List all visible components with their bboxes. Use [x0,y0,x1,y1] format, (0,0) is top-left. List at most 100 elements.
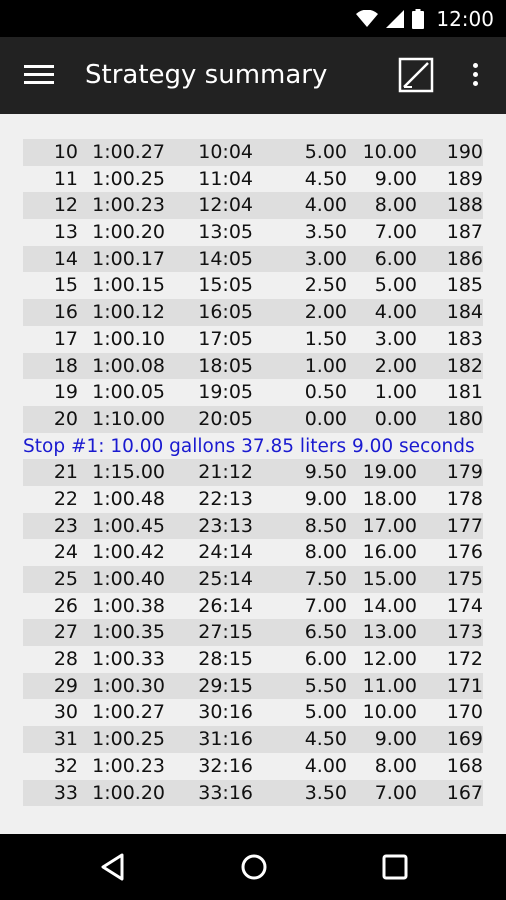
lap-number-cell: 13 [53,221,78,244]
edit-button[interactable] [398,57,434,93]
lap-number-cell: 33 [53,781,78,804]
strategy-content[interactable]: 10 1:00.27 10:04 5.00 10.00 190 11 1:00.25 11:04… [0,114,506,834]
lap-time-cell: 1:00.25 [92,167,165,190]
lap-time-cell: 1:00.48 [92,487,165,510]
laps-remaining-cell: 186 [446,247,483,270]
elapsed-time-cell: 26:14 [198,594,253,617]
laps-remaining-cell: 178 [446,487,483,510]
lap-time-cell: 1:00.12 [92,301,165,324]
lap-number-cell: 31 [53,728,78,751]
fuel-used-cell: 4.00 [304,754,347,777]
table-row: 21 1:15.00 21:12 9.50 19.00 179 [23,459,483,486]
lap-number-cell: 26 [53,594,78,617]
fuel-remaining-cell: 10.00 [362,701,417,724]
home-circle-icon[interactable] [239,852,269,882]
app-bar: Strategy summary [0,37,506,114]
lap-time-cell: 1:00.15 [92,274,165,297]
laps-remaining-cell: 176 [446,541,483,564]
lap-number-cell: 28 [53,648,78,671]
laps-remaining-cell: 184 [446,301,483,324]
fuel-used-cell: 6.00 [304,648,347,671]
fuel-remaining-cell: 7.00 [374,781,417,804]
lap-time-cell: 1:00.27 [92,701,165,724]
fuel-remaining-cell: 2.00 [374,354,417,377]
lap-number-cell: 24 [53,541,78,564]
elapsed-time-cell: 24:14 [198,541,253,564]
lap-time-cell: 1:00.08 [92,354,165,377]
laps-remaining-cell: 173 [446,621,483,644]
table-row: 29 1:00.30 29:15 5.50 11.00 171 [23,672,483,700]
laps-remaining-cell: 189 [446,167,483,190]
fuel-remaining-cell: 4.00 [374,301,417,324]
fuel-used-cell: 3.50 [304,221,347,244]
lap-time-cell: 1:15.00 [92,461,165,484]
navigation-bar [0,834,506,900]
fuel-used-cell: 8.00 [304,541,347,564]
lap-time-cell: 1:00.42 [92,541,165,564]
table-row: 19 1:00.05 19:05 0.50 1.00 181 [23,379,483,406]
lap-number-cell: 11 [53,167,78,190]
table-row: 14 1:00.17 14:05 3.00 6.00 186 [23,245,483,273]
table-row: 31 1:00.25 31:16 4.50 9.00 169 [23,726,483,753]
lap-time-cell: 1:00.25 [92,728,165,751]
fuel-remaining-cell: 5.00 [374,274,417,297]
elapsed-time-cell: 31:16 [198,728,253,751]
lap-number-cell: 27 [53,621,78,644]
fuel-remaining-cell: 18.00 [362,487,417,510]
fuel-remaining-cell: 0.00 [374,407,417,430]
lap-number-cell: 32 [53,754,78,777]
fuel-used-cell: 3.50 [304,781,347,804]
laps-remaining-cell: 177 [446,514,483,537]
table-row: 18 1:00.08 18:05 1.00 2.00 182 [23,352,483,380]
lap-time-cell: 1:00.10 [92,327,165,350]
lap-number-cell: 29 [53,674,78,697]
lap-time-cell: 1:10.00 [92,407,165,430]
fuel-remaining-cell: 11.00 [362,674,417,697]
status-time: 12:00 [436,6,494,31]
elapsed-time-cell: 28:15 [198,648,253,671]
fuel-used-cell: 0.50 [304,381,347,404]
lap-time-cell: 1:00.17 [92,247,165,270]
lap-time-cell: 1:00.20 [92,781,165,804]
more-options-button[interactable] [462,57,488,93]
lap-time-cell: 1:00.23 [92,754,165,777]
table-row: 20 1:10.00 20:05 0.00 0.00 180 [23,405,483,433]
laps-remaining-cell: 190 [446,141,483,163]
recent-square-icon[interactable] [380,852,410,882]
lap-number-cell: 12 [53,194,78,217]
page-title: Strategy summary [85,60,328,90]
table-row: 23 1:00.45 23:13 8.50 17.00 177 [23,512,483,540]
elapsed-time-cell: 19:05 [198,381,253,404]
fuel-used-cell: 7.50 [304,568,347,590]
fuel-remaining-cell: 13.00 [362,621,417,644]
fuel-remaining-cell: 17.00 [362,514,417,537]
fuel-remaining-cell: 14.00 [362,594,417,617]
elapsed-time-cell: 15:05 [198,274,253,297]
fuel-used-cell: 5.00 [304,701,347,724]
fuel-remaining-cell: 10.00 [362,141,417,163]
table-row: 30 1:00.27 30:16 5.00 10.00 170 [23,699,483,726]
battery-icon [412,8,425,29]
table-row: 32 1:00.23 32:16 4.00 8.00 168 [23,753,483,780]
laps-remaining-cell: 182 [446,354,483,377]
elapsed-time-cell: 10:04 [198,141,253,163]
fuel-used-cell: 3.00 [304,247,347,270]
elapsed-time-cell: 30:16 [198,701,253,724]
laps-remaining-cell: 180 [446,407,483,430]
lap-number-cell: 14 [53,247,78,270]
elapsed-time-cell: 20:05 [198,407,253,430]
lap-number-cell: 18 [53,354,78,377]
menu-button[interactable] [18,59,62,93]
lap-number-cell: 20 [53,407,78,430]
table-row: 33 1:00.20 33:16 3.50 7.00 167 [23,779,483,807]
fuel-remaining-cell: 7.00 [374,221,417,244]
fuel-used-cell: 8.50 [304,514,347,537]
elapsed-time-cell: 16:05 [198,301,253,324]
back-triangle-icon[interactable] [98,852,128,882]
fuel-used-cell: 1.50 [304,327,347,350]
laps-remaining-cell: 179 [446,461,483,484]
lap-time-cell: 1:00.27 [92,141,165,163]
table-row: 27 1:00.35 27:15 6.50 13.00 173 [23,619,483,647]
lap-time-cell: 1:00.33 [92,648,165,671]
elapsed-time-cell: 29:15 [198,674,253,697]
